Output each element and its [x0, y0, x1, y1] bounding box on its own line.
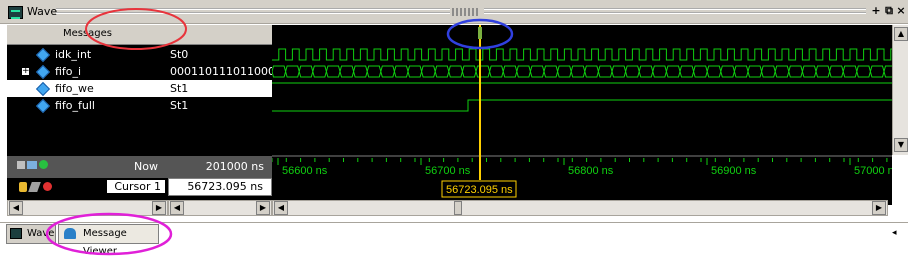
cursor-label[interactable]: Cursor 1: [107, 180, 165, 193]
timeline-tick-label: 56700 ns: [425, 165, 471, 177]
signal-value: 0001101110110000: [170, 65, 282, 78]
values-header: [168, 25, 272, 45]
messages-header: Messages: [7, 25, 168, 45]
message-viewer-icon: [64, 228, 76, 239]
wave-window-icon: [8, 6, 23, 19]
signal-name: fifo_i: [55, 65, 82, 78]
add-icon[interactable]: [17, 161, 25, 169]
signal-diamond-icon: [35, 47, 51, 63]
cursor-value: 56723.095 ns: [187, 180, 263, 193]
timeline-tick-label: 57000 n: [854, 165, 892, 177]
scroll-right-icon[interactable]: ▶: [256, 201, 270, 215]
signal-name: fifo_full: [55, 99, 95, 112]
vertical-scrollbar[interactable]: ▲ ▼: [892, 25, 908, 155]
waveform-pane[interactable]: 56600 ns 56700 ns 56800 ns 56900 ns 57000 n 5…: [272, 25, 892, 205]
now-value-cell: 201000 ns: [168, 156, 272, 178]
pencil-icon[interactable]: [28, 182, 41, 192]
cursor-row-label: Cursor 1: [7, 178, 168, 196]
screen-icon[interactable]: [27, 161, 37, 169]
scroll-left-icon[interactable]: ◀: [9, 201, 23, 215]
timeline-tick-label: 56600 ns: [282, 165, 328, 177]
signal-diamond-icon: [35, 64, 51, 80]
waveform-trace: [272, 99, 892, 112]
signal-value: St0: [170, 48, 189, 61]
expand-icon[interactable]: +: [21, 67, 30, 76]
tab-scroll-icon[interactable]: ◂: [892, 226, 902, 240]
tab-message-viewer[interactable]: Message Viewer: [58, 224, 159, 257]
signal-value-row[interactable]: St0: [168, 46, 272, 63]
window-title: Wave: [27, 5, 58, 18]
now-value: 201000 ns: [205, 160, 264, 173]
dock-icon[interactable]: +: [870, 5, 882, 17]
scroll-left-icon[interactable]: ◀: [274, 201, 288, 215]
waveform-canvas[interactable]: 56600 ns 56700 ns 56800 ns 56900 ns 57000 n 5…: [272, 25, 892, 205]
close-icon[interactable]: ×: [895, 5, 907, 17]
scroll-up-icon[interactable]: ▲: [894, 27, 908, 41]
title-grip-left: [56, 8, 450, 14]
signal-value-row[interactable]: 0001101110110000: [168, 63, 282, 80]
tab-message-viewer-label: Message Viewer: [83, 228, 127, 257]
signal-row[interactable]: idk_int: [7, 46, 168, 63]
delete-cursor-icon[interactable]: [43, 182, 52, 191]
title-grip-right: [484, 8, 866, 14]
timeline-tick-label: 56800 ns: [568, 165, 614, 177]
cursor-value-cell[interactable]: 56723.095 ns: [168, 178, 272, 196]
cursor-handle-icon[interactable]: [478, 27, 482, 39]
signal-diamond-icon: [35, 98, 51, 114]
waveform-trace: [272, 48, 892, 61]
signal-row[interactable]: fifo_we: [7, 80, 168, 97]
scroll-down-icon[interactable]: ▼: [894, 138, 908, 152]
tab-wave[interactable]: Wave: [6, 224, 56, 244]
scroll-right-icon[interactable]: ▶: [872, 201, 886, 215]
timeline-tick-label: 56900 ns: [711, 165, 757, 177]
values-hscrollbar[interactable]: ◀ ▶: [168, 200, 272, 216]
dock-handle[interactable]: [452, 8, 480, 16]
scroll-thumb[interactable]: [454, 201, 462, 215]
cursor-time-label: 56723.095 ns: [446, 184, 513, 196]
waveform-trace: [272, 65, 892, 78]
names-hscrollbar[interactable]: ◀ ▶: [7, 200, 168, 216]
lock-icon[interactable]: [19, 182, 27, 192]
signal-value: St1: [170, 82, 189, 95]
now-label: Now: [134, 160, 158, 173]
add-cursor-icon[interactable]: [39, 160, 48, 169]
signal-diamond-icon: [35, 81, 51, 97]
window-title-bar[interactable]: Wave + ⧉ ×: [0, 0, 908, 24]
signal-name: idk_int: [55, 48, 92, 61]
signal-row[interactable]: fifo_full: [7, 97, 168, 114]
now-row-label: Now: [7, 156, 168, 178]
signal-name: fifo_we: [55, 82, 94, 95]
signal-row[interactable]: + fifo_i: [7, 63, 168, 80]
wave-tab-icon: [10, 228, 22, 239]
undock-icon[interactable]: ⧉: [883, 5, 895, 17]
wave-hscrollbar[interactable]: ◀ ▶: [272, 200, 888, 216]
signal-value: St1: [170, 99, 189, 112]
signal-value-row[interactable]: St1: [168, 80, 272, 97]
tab-wave-label: Wave: [27, 228, 55, 239]
scroll-right-icon[interactable]: ▶: [152, 201, 166, 215]
scroll-left-icon[interactable]: ◀: [170, 201, 184, 215]
signal-value-row[interactable]: St1: [168, 97, 272, 114]
